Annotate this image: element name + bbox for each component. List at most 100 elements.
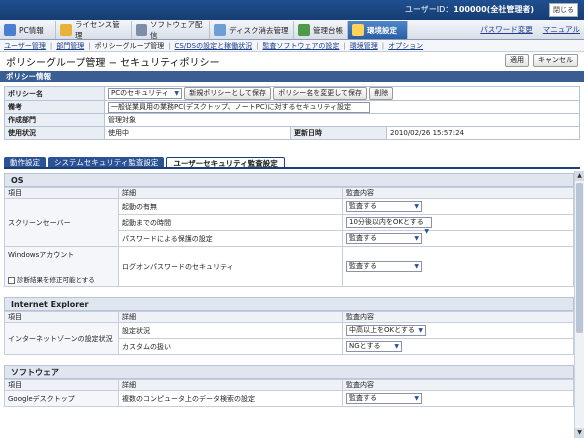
ledger-icon [298,24,310,36]
fixable-option[interactable]: 診断結果を修正可能とする [8,274,115,284]
logon-pwd-select[interactable]: 監査する ▼ [346,261,422,272]
rename-save-button[interactable]: ポリシー名を変更して保存 [273,87,368,100]
setting-select[interactable]: 中高以上をOKとする ▼ [346,325,426,336]
gdesk-value: 監査する [349,394,377,402]
policy-name-select[interactable]: PCのセキュリティ ▼ [108,87,182,99]
tab-user-audit[interactable]: ユーザーセキュリティ監査設定 [166,157,285,168]
user-id-value: 100000(全社管理者) [453,5,534,14]
ss-pwd-detail: パスワードによる保護の設定 [118,230,343,247]
col-audit: 監査内容 [342,311,574,323]
zone-item: インターネットゾーンの設定状況 [4,322,119,355]
subnav-csds[interactable]: CS/DSの設定と稼働状況 [175,41,253,51]
note-label: 備考 [4,100,105,114]
ss-pwd-select[interactable]: 監査する ▼ [346,233,422,244]
cancel-button[interactable]: キャンセル [533,54,578,67]
col-detail: 詳細 [118,311,343,323]
audit-settings: OS 項目 詳細 監査内容 スクリーンセーバー 起動の有無 監査する ▼ 起動まで… [4,171,574,438]
col-item: 項目 [4,379,119,391]
win-account-item: Windowsアカウント 診断結果を修正可能とする [4,246,119,287]
subnav-policy-group: ポリシーグループ管理 [94,41,165,50]
title-bar: ポリシーグループ管理 − セキュリティポリシー 適用 キャンセル [0,52,584,69]
delete-button[interactable]: 削除 [369,87,394,100]
col-audit: 監査内容 [342,187,574,199]
note-input[interactable]: 一般従業員用の業務PC(デスクトップ、ノートPC)に対するセキュリティ設定 [108,101,370,113]
dept-value: 管理対象 [104,113,580,127]
tab-license[interactable]: ライセンス管理 [56,20,132,40]
col-audit: 監査内容 [342,379,574,391]
tab-pc-info[interactable]: PC情報 [0,21,56,39]
ss-enable-value: 監査する [349,202,377,210]
col-detail: 詳細 [118,379,343,391]
setting-detail: 設定状況 [118,322,343,339]
subnav-user[interactable]: ユーザー管理 [4,41,46,51]
logon-pwd-cell: 監査する ▼ [342,246,574,287]
pc-icon [4,24,16,36]
ss-time-cell: 10分後以内をOKとする ▼ [342,214,574,235]
screensaver-item: スクリーンセーバー [4,198,119,247]
gdesk-select[interactable]: 監査する ▼ [346,393,422,404]
sep: | [381,41,385,50]
manual-link[interactable]: マニュアル [543,24,580,35]
tab-system-audit[interactable]: システムセキュリティ監査設定 [48,157,165,167]
tab-disk[interactable]: ディスク消去管理 [210,21,294,39]
tab-label: ディスク消去管理 [229,25,289,35]
setting-value: 中高以上をOKとする [349,326,415,334]
close-button[interactable]: 閉じる [549,3,578,17]
ss-pwd-value: 監査する [349,234,377,242]
user-id-label: ユーザーID： [404,5,454,14]
vertical-scrollbar[interactable]: ▲ ▼ [574,171,584,438]
tab-settings[interactable]: 環境設定 [348,21,408,39]
ss-pwd-cell: 監査する ▼ [342,230,574,247]
custom-detail: カスタムの扱い [118,338,343,355]
apply-button[interactable]: 適用 [505,54,529,67]
license-icon [60,24,72,36]
save-new-button[interactable]: 新規ポリシーとして保存 [184,87,272,100]
policy-name-value: PCのセキュリティ [111,88,169,97]
tab-operation[interactable]: 動作設定 [4,157,46,167]
user-info: ユーザーID：100000(全社管理者) [405,4,534,15]
main-nav: PC情報 ライセンス管理 ソフトウェア配信 ディスク消去管理 管理台帳 環境設定… [0,20,584,40]
tab-software[interactable]: ソフトウェア配信 [132,20,210,40]
sub-nav: ユーザー管理 | 部門管理 | ポリシーグループ管理 | CS/DSの設定と稼働状況 |… [0,40,584,52]
policy-info-table: ポリシー名 PCのセキュリティ ▼ 新規ポリシーとして保存 ポリシー名を変更して保… [4,86,580,140]
subnav-dept[interactable]: 部門管理 [56,41,84,51]
password-change-link[interactable]: パスワード変更 [480,24,533,35]
policy-tabs: 動作設定 システムセキュリティ監査設定 ユーザーセキュリティ監査設定 [4,157,580,169]
scroll-thumb[interactable] [576,183,583,333]
dept-label: 作成部門 [4,113,105,127]
policy-info-header: ポリシー情報 [0,71,584,82]
subnav-audit-sw[interactable]: 監査ソフトウェアの設定 [262,41,339,51]
ss-time-value: 10分後以内をOKとする [349,218,424,226]
gdesk-detail: 複数のコンピュータ上のデータ検索の設定 [118,390,343,407]
policy-name-cell: PCのセキュリティ ▼ 新規ポリシーとして保存 ポリシー名を変更して保存 削除 [104,86,580,101]
subnav-env[interactable]: 環境管理 [350,41,378,51]
gdesk-cell: 監査する ▼ [342,390,574,407]
group-ie-title: Internet Explorer [4,297,574,311]
tab-label: 環境設定 [367,25,397,35]
tab-ledger[interactable]: 管理台帳 [294,21,348,39]
gdesk-item: Googleデスクトップ [4,390,119,407]
scroll-down-icon[interactable]: ▼ [575,428,584,438]
updated-value: 2010/02/26 15:57:24 [386,126,580,140]
col-item: 項目 [4,187,119,199]
tab-label: PC情報 [19,25,44,35]
ss-enable-select[interactable]: 監査する ▼ [346,201,422,212]
scroll-up-icon[interactable]: ▲ [575,171,584,181]
policy-name-label: ポリシー名 [4,86,105,101]
custom-select[interactable]: NGとする ▼ [346,341,402,352]
sw-table: 項目 詳細 監査内容 Googleデスクトップ 複数のコンピュータ上のデータ検索… [4,379,574,407]
setting-cell: 中高以上をOKとする ▼ [342,322,574,339]
tools-icon [352,24,364,36]
subnav-option[interactable]: オプション [388,41,423,51]
chevron-down-icon: ▼ [414,235,419,242]
chevron-down-icon: ▼ [414,395,419,402]
tab-label: 管理台帳 [313,25,343,35]
ie-table: 項目 詳細 監査内容 インターネットゾーンの設定状況 設定状況 中高以上をOKと… [4,311,574,355]
logon-pwd-value: 監査する [349,262,377,270]
ss-time-select[interactable]: 10分後以内をOKとする ▼ [346,217,432,235]
custom-value: NGとする [349,342,381,350]
top-bar: ユーザーID：100000(全社管理者) 閉じる [0,0,584,20]
checkbox[interactable] [8,276,15,284]
chevron-down-icon: ▼ [414,203,419,210]
sep: | [88,41,91,50]
